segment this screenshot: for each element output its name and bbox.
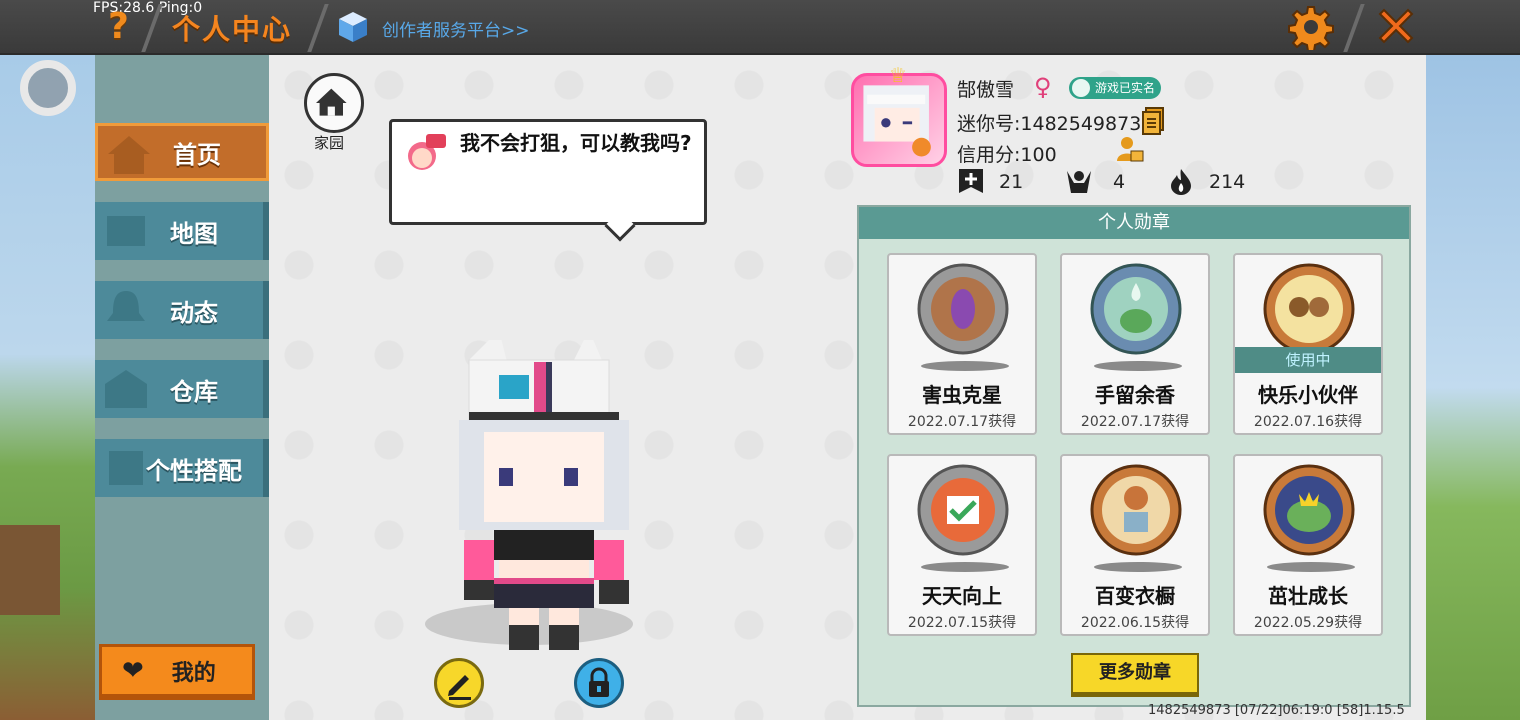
map-icon (107, 216, 145, 246)
house-icon (108, 136, 150, 174)
sidebar: 首页 地图 动态 仓库 个性搭配 ❤ 我的 (95, 55, 269, 720)
sidebar-item-label: 地图 (170, 219, 218, 248)
question-icon[interactable]: ? (108, 6, 129, 47)
credit-score: 信用分:100 (957, 144, 1057, 166)
background-scenery-left (0, 55, 95, 720)
badge-date: 2022.05.29获得 (1253, 615, 1363, 631)
sidebar-item-outfit[interactable]: 个性搭配 (95, 439, 269, 497)
wardrobe-medal-icon (1090, 464, 1182, 556)
divider (307, 4, 329, 52)
gear-icon[interactable] (1288, 4, 1334, 50)
stat-value: 21 (999, 171, 1024, 193)
fans-icon (1067, 171, 1091, 193)
sidebar-item-label: 动态 (170, 298, 218, 327)
badge-name: 快乐小伙伴 (1258, 383, 1358, 407)
sidebar-item-home[interactable]: 首页 (95, 123, 269, 181)
top-bar: FPS:28.6 Ping:0 ? 个人中心 创作者服务平台>> (0, 0, 1520, 55)
badge-card[interactable]: 使用中 快乐小伙伴 2022.07.16获得 (1233, 253, 1383, 435)
badge-panel: 个人勋章 害虫克星 2022.07.17获得 手留余香 2022.07.17获得 (857, 205, 1411, 707)
progress-medal-icon (917, 464, 1009, 556)
pencil-icon (448, 675, 471, 700)
friends-medal-icon (1263, 263, 1355, 355)
plus-icon (959, 169, 983, 193)
badge-card[interactable]: 茁壮成长 2022.05.29获得 (1233, 454, 1383, 636)
realname-badge: 游戏已实名 (1069, 77, 1162, 99)
badge-plate (921, 361, 1009, 371)
badge-name: 天天向上 (922, 584, 1002, 608)
edit-button[interactable] (434, 658, 484, 708)
user-name: 郜傲雪 (957, 79, 1015, 101)
badge-card[interactable]: 手留余香 2022.07.17获得 (1060, 253, 1210, 435)
stat-value: 214 (1209, 171, 1246, 193)
badge-plate (1094, 361, 1182, 371)
badge-date: 2022.07.17获得 (1080, 414, 1190, 430)
sidebar-item-warehouse[interactable]: 仓库 (95, 360, 269, 418)
sidebar-item-label: 首页 (173, 140, 221, 169)
homeland-label: 家园 (314, 134, 345, 152)
lock-icon (589, 667, 609, 697)
mine-button-label: 我的 (171, 660, 216, 686)
cube-icon (339, 12, 367, 42)
page-title: 个人中心 (172, 13, 293, 46)
warehouse-icon (105, 370, 147, 408)
badge-plate (1267, 562, 1355, 572)
mini-id: 迷你号:1482549873 (957, 113, 1142, 135)
profile-avatar[interactable] (851, 73, 947, 167)
sidebar-item-label: 仓库 (170, 377, 218, 406)
heart-icon: ❤ (122, 655, 144, 686)
pest-medal-icon (917, 263, 1009, 355)
avatar-portrait (863, 85, 931, 157)
crown-icon: ♕ (889, 63, 907, 87)
house-icon (316, 88, 347, 116)
badge-date: 2022.07.17获得 (907, 414, 1017, 430)
bye-sticker-icon (408, 134, 446, 170)
fragrance-medal-icon (1090, 263, 1182, 355)
badge-name: 害虫克星 (922, 383, 1002, 407)
main-panel: 家园 我不会打狙，可以教我吗? ♕ 郜傲雪 ♀ 游戏已实名 迷你号:148254… (269, 55, 1426, 720)
badge-name: 茁壮成长 (1268, 584, 1348, 608)
badge-date: 2022.07.16获得 (1253, 414, 1363, 430)
more-badges-button[interactable]: 更多勋章 (1071, 653, 1199, 697)
sidebar-item-feed[interactable]: 动态 (95, 281, 269, 339)
badge-name: 手留余香 (1095, 383, 1175, 407)
badge-card[interactable]: 害虫克星 2022.07.17获得 (887, 253, 1037, 435)
outfit-icon (109, 451, 143, 485)
badge-plate (1094, 562, 1182, 572)
footer-info: 1482549873 [07/22]06:19:0 [58]1.15.5 (1148, 703, 1405, 718)
scenery-block (0, 525, 60, 615)
sidebar-item-map[interactable]: 地图 (95, 202, 269, 260)
badge-card[interactable]: 百变衣橱 2022.06.15获得 (1060, 454, 1210, 636)
homeland-button[interactable] (304, 73, 364, 133)
speech-bubble: 我不会打狙，可以教我吗? (389, 119, 707, 225)
copy-icon[interactable] (1141, 107, 1165, 135)
bubble-text: 我不会打狙，可以教我吗? (460, 131, 692, 155)
bell-icon (107, 291, 145, 321)
mine-button[interactable]: ❤ 我的 (99, 644, 255, 700)
background-scenery-right (1424, 55, 1520, 720)
lock-button[interactable] (574, 658, 624, 708)
stat-value: 4 (1113, 171, 1126, 193)
badge-plate (921, 562, 1009, 572)
badge-panel-title: 个人勋章 (859, 207, 1409, 239)
badge-date: 2022.06.15获得 (1080, 615, 1190, 631)
growth-medal-icon (1263, 464, 1355, 556)
in-use-badge: 使用中 (1235, 347, 1381, 373)
creator-platform-link[interactable]: 创作者服务平台>> (382, 16, 530, 41)
badge-card[interactable]: 天天向上 2022.07.15获得 (887, 454, 1037, 636)
female-icon: ♀ (1034, 73, 1052, 101)
fire-icon (1171, 169, 1191, 195)
badge-date: 2022.07.15获得 (907, 615, 1017, 631)
divider (1343, 4, 1365, 52)
player-avatar[interactable] (439, 340, 639, 650)
badge-name: 百变衣橱 (1095, 584, 1175, 608)
sidebar-item-label: 个性搭配 (146, 456, 242, 485)
close-icon[interactable] (1374, 4, 1418, 48)
record-icon[interactable] (20, 60, 76, 116)
credit-person-icon[interactable] (1115, 133, 1145, 163)
